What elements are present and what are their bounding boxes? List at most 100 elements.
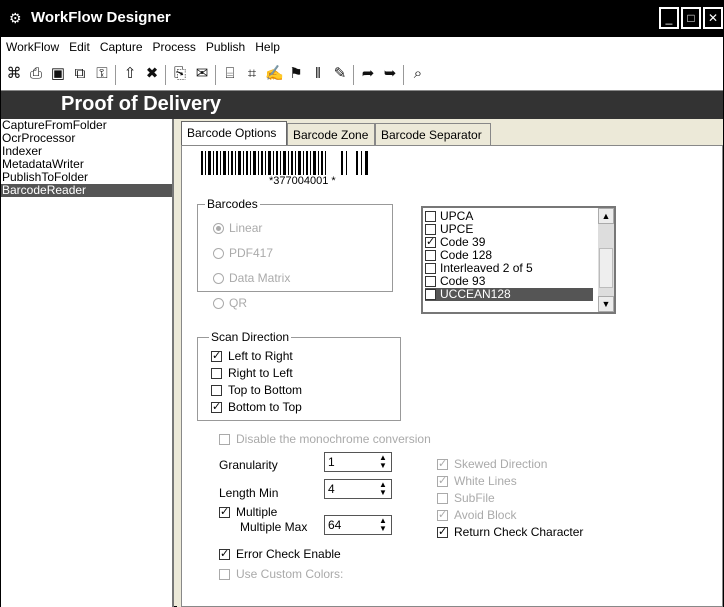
tab-barcode-options[interactable]: Barcode Options [181,121,287,145]
meta-icon[interactable]: ⚑ [287,65,305,83]
menu-capture[interactable]: Capture [95,37,148,57]
checkbox[interactable] [425,250,436,262]
checkbox[interactable] [425,276,436,288]
spin-arrows-icon[interactable]: ▲ ▼ [377,481,389,497]
save-icon[interactable]: ▣ [49,65,67,83]
radio-qr[interactable]: QR [213,294,247,312]
toolbar-separator [115,65,116,85]
workflow-designer-window: ⚙ WorkFlow Designer _ □ ✕ WorkFlow Edit Ca… [0,0,724,607]
checkbox-subfile[interactable]: SubFile [437,490,495,506]
radio-button[interactable] [213,223,224,235]
checkbox-disable-monochrome[interactable]: Disable the monochrome conversion [219,431,431,447]
checkbox[interactable] [219,505,230,519]
delete-icon[interactable]: ✖ [143,65,161,83]
workflow-banner: Proof of Delivery [1,91,723,119]
barcode-icon[interactable]: ‖ [309,65,327,83]
workflow-name: Proof of Delivery [61,93,222,115]
checkbox[interactable] [425,289,436,301]
checkbox-error-check[interactable]: Error Check Enable [219,546,341,562]
spin-arrows-icon[interactable]: ▲ ▼ [377,454,389,470]
scroll-up-icon[interactable]: ▲ [598,208,614,224]
export-icon[interactable]: ➦ [359,65,377,83]
checkbox-right-to-left[interactable]: Right to Left [211,365,293,381]
minimize-button[interactable]: _ [659,7,679,29]
radio-pdf417[interactable]: PDF417 [213,244,273,262]
menu-edit[interactable]: Edit [64,37,95,57]
lock-icon[interactable]: ⚿ [93,65,111,83]
checkbox[interactable] [219,547,230,561]
workflow-steps-list: CaptureFromFolder OcrProcessor Indexer M… [1,119,174,607]
up-arrow-icon[interactable]: ⇧ [121,65,139,83]
signature-icon[interactable]: ✍ [265,65,284,83]
barcode-preview-image [201,151,368,175]
radio-linear[interactable]: Linear [213,219,262,237]
checkbox[interactable] [425,224,436,236]
new-workflow-icon[interactable]: ⌘ [5,65,23,83]
radio-button[interactable] [213,298,224,310]
radio-button[interactable] [213,273,224,285]
publish-icon[interactable]: ➥ [381,65,399,83]
copy-icon[interactable]: ⎘ [171,65,189,83]
checkbox-skewed-direction[interactable]: Skewed Direction [437,456,547,472]
step-item-barcodereader[interactable]: BarcodeReader [1,184,172,197]
checkbox-top-to-bottom[interactable]: Top to Bottom [211,382,302,398]
window-title: WorkFlow Designer [31,9,171,26]
radio-button[interactable] [213,248,224,260]
multiple-max-spinner[interactable]: 64 ▲ ▼ [324,515,392,535]
menu-workflow[interactable]: WorkFlow [1,37,64,57]
checkbox-avoid-block[interactable]: Avoid Block [437,507,516,523]
length-min-spinner[interactable]: 4 ▲ ▼ [324,479,392,499]
checkbox-left-to-right[interactable]: Left to Right [211,348,293,364]
maximize-button[interactable]: □ [681,7,701,29]
menu-bar: WorkFlow Edit Capture Process Publish Help [1,37,723,59]
checkbox[interactable] [437,525,448,539]
radio-data-matrix[interactable]: Data Matrix [213,269,290,287]
length-min-label: Length Min [219,486,279,500]
checkbox[interactable] [437,493,448,505]
granularity-label: Granularity [219,458,278,472]
tab-barcode-separator[interactable]: Barcode Separator [375,123,491,145]
title-bar: ⚙ WorkFlow Designer _ □ ✕ [1,1,723,37]
close-button[interactable]: ✕ [703,7,723,29]
menu-publish[interactable]: Publish [201,37,250,57]
checkbox-white-lines[interactable]: White Lines [437,473,517,489]
save-as-icon[interactable]: ⧉ [71,65,89,83]
ocr-icon[interactable]: ⌗ [243,65,261,83]
checkbox[interactable] [437,508,448,522]
spin-arrows-icon[interactable]: ▲ ▼ [377,517,389,533]
scan-direction-label: Scan Direction [209,330,292,344]
barcode-type-uccean128[interactable]: UCCEAN128 [425,288,593,301]
checkbox-custom-colors[interactable]: Use Custom Colors: [219,566,343,582]
barcode-types-listbox[interactable]: UPCA UPCE Code 39 Code 128 Interleaved 2… [421,206,616,314]
checkbox-multiple[interactable]: Multiple [219,504,277,520]
tab-barcode-zone[interactable]: Barcode Zone [287,123,375,145]
listbox-scrollbar[interactable]: ▲ ▼ [598,208,614,312]
pen-icon[interactable]: ✎ [331,65,349,83]
checkbox-return-check-character[interactable]: Return Check Character [437,524,583,540]
granularity-spinner[interactable]: 1 ▲ ▼ [324,452,392,472]
checkbox[interactable] [219,434,230,446]
menu-help[interactable]: Help [250,37,285,57]
preview-icon[interactable]: ⌕ [409,65,427,83]
mail-icon[interactable]: ✉ [193,65,211,83]
scan-icon[interactable]: ⌸ [221,65,239,83]
checkbox[interactable] [425,235,436,249]
checkbox[interactable] [211,368,222,380]
checkbox[interactable] [425,263,436,275]
menu-process[interactable]: Process [148,37,201,57]
checkbox-bottom-to-top[interactable]: Bottom to Top [211,399,302,415]
barcode-preview-text: *377004001 * [269,175,336,187]
checkbox[interactable] [437,457,448,471]
gear-icon: ⚙ [9,10,22,26]
checkbox[interactable] [437,474,448,488]
checkbox[interactable] [425,211,436,223]
print-icon[interactable]: ⎙ [27,65,45,83]
checkbox[interactable] [211,385,222,397]
scroll-thumb[interactable] [599,248,613,288]
checkbox[interactable] [211,400,222,414]
barcodes-group-label: Barcodes [205,197,260,211]
checkbox[interactable] [219,569,230,581]
checkbox[interactable] [211,349,222,363]
scroll-down-icon[interactable]: ▼ [598,296,614,312]
toolbar: ⌘ ⎙ ▣ ⧉ ⚿ ⇧ ✖ ⎘ ✉ ⌸ ⌗ ✍ ⚑ ‖ ✎ ➦ ➥ ⌕ [1,59,723,91]
